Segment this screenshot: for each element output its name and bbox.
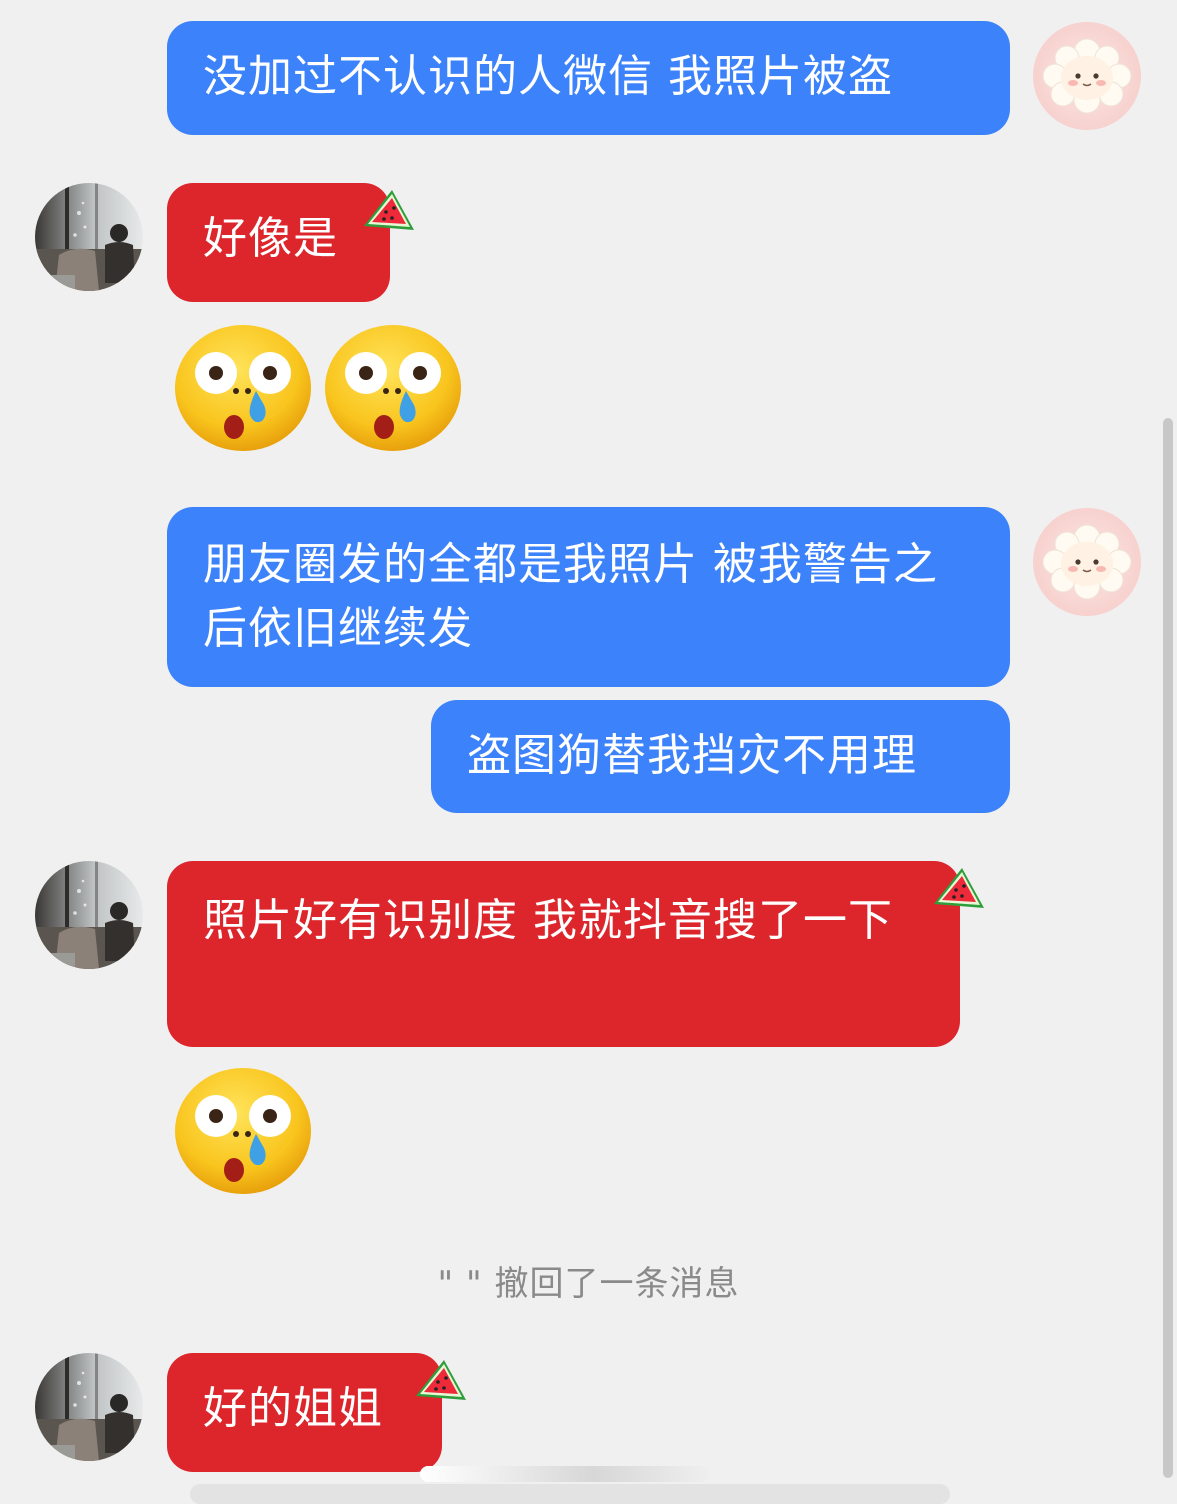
watermelon-icon: [412, 1356, 470, 1410]
window-person-avatar-icon[interactable]: [35, 861, 143, 969]
shocked-crying-emoji-icon: [322, 323, 464, 453]
message-bubble-mine[interactable]: 没加过不认识的人微信 我照片被盗: [167, 21, 1010, 135]
shocked-crying-emoji-icon: [172, 1066, 314, 1196]
message-bubble-other[interactable]: 好的姐姐: [167, 1353, 442, 1472]
watermelon-icon: [360, 186, 418, 240]
message-bubble-mine[interactable]: 盗图狗替我挡灾不用理: [431, 700, 1010, 813]
message-bubble-other[interactable]: 照片好有识别度 我就抖音搜了一下: [167, 861, 960, 1047]
message-bubble-mine[interactable]: 朋友圈发的全都是我照片 被我警告之后依旧继续发: [167, 507, 1010, 687]
scrollbar[interactable]: [1163, 418, 1173, 1478]
next-message-edge: [190, 1484, 950, 1504]
message-bubble-other[interactable]: 好像是: [167, 183, 390, 302]
window-person-avatar-icon[interactable]: [35, 1353, 143, 1461]
window-person-avatar-icon[interactable]: [35, 183, 143, 291]
shocked-crying-emoji-icon: [172, 323, 314, 453]
next-message-edge: [420, 1466, 710, 1482]
sheep-avatar-icon[interactable]: [1033, 22, 1141, 130]
recall-notice: " " 撤回了一条消息: [437, 1264, 740, 1304]
sheep-avatar-icon[interactable]: [1033, 508, 1141, 616]
watermelon-icon: [930, 864, 988, 918]
